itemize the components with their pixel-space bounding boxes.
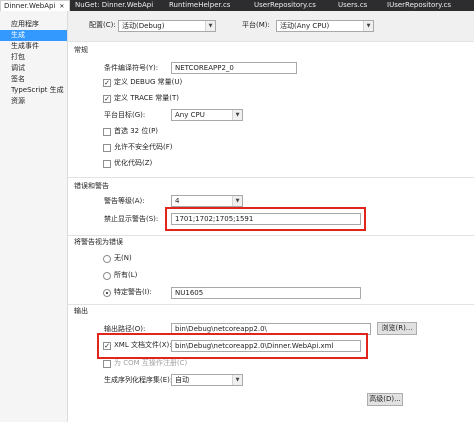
divider xyxy=(68,41,474,42)
define-trace-label: 定义 TRACE 常量(T) xyxy=(114,94,180,102)
tab-nuget[interactable]: NuGet: Dinner.WebApi xyxy=(72,0,160,11)
chevron-down-icon: ▼ xyxy=(205,21,215,31)
document-tab-strip: Dinner.WebApi ✕ NuGet: Dinner.WebApi Runt… xyxy=(0,0,474,11)
suppress-warnings-label: 禁止显示警告(S): xyxy=(104,215,159,223)
divider xyxy=(68,177,474,178)
section-general-header: 常规 xyxy=(68,45,88,56)
section-treat-warnings-header: 将警告视为错误 xyxy=(68,237,123,248)
serialization-select[interactable]: 自动 ▼ xyxy=(171,374,243,386)
advanced-button[interactable]: 高级(D)... xyxy=(367,393,403,406)
highlight-box-xml xyxy=(97,333,368,359)
treat-none-radio[interactable] xyxy=(103,255,111,263)
treat-all-radio[interactable] xyxy=(103,272,111,280)
treat-none-label: 无(N) xyxy=(114,254,132,262)
define-debug-checkbox[interactable]: ✓ xyxy=(103,79,111,87)
prefer32-checkbox[interactable] xyxy=(103,128,111,136)
nav-item-debug[interactable]: 调试 xyxy=(0,63,67,74)
platform-target-select[interactable]: Any CPU ▼ xyxy=(171,109,243,121)
chevron-down-icon: ▼ xyxy=(363,21,373,31)
chevron-down-icon: ▼ xyxy=(232,110,242,120)
optimize-code-label: 优化代码(Z) xyxy=(114,159,153,167)
tab-dinner-webapi[interactable]: Dinner.WebApi ✕ xyxy=(0,0,70,11)
treat-specific-radio[interactable] xyxy=(103,289,111,297)
serialization-label: 生成序列化程序集(E): xyxy=(104,376,173,384)
nav-item-signing[interactable]: 签名 xyxy=(0,74,67,85)
allow-unsafe-label: 允许不安全代码(F) xyxy=(114,143,173,151)
warning-level-select[interactable]: 4 ▼ xyxy=(171,195,243,207)
divider xyxy=(68,304,474,305)
chevron-down-icon: ▼ xyxy=(232,196,242,206)
tab-label: Dinner.WebApi xyxy=(4,2,56,10)
section-errors-header: 错误和警告 xyxy=(68,181,109,192)
nav-item-typescript-build[interactable]: TypeScript 生成 xyxy=(0,85,67,96)
tab-label: NuGet: Dinner.WebApi xyxy=(75,1,154,9)
build-settings-panel: 配置(C): 活动(Debug) ▼ 平台(M): 活动(Any CPU) ▼ … xyxy=(68,11,474,422)
treat-all-label: 所有(L) xyxy=(114,271,138,279)
tab-label: IUserRepository.cs xyxy=(387,1,451,9)
warning-level-value: 4 xyxy=(175,197,180,205)
platform-target-value: Any CPU xyxy=(175,111,205,119)
highlight-box-suppress xyxy=(165,207,366,231)
com-interop-label: 为 COM 互操作注册(C) xyxy=(114,359,188,367)
tab-users[interactable]: Users.cs xyxy=(335,0,380,11)
warning-level-label: 警告等级(A): xyxy=(104,197,145,205)
define-trace-checkbox[interactable]: ✓ xyxy=(103,95,111,103)
tab-iuserrepository[interactable]: IUserRepository.cs xyxy=(384,0,474,11)
browse-button[interactable]: 浏览(R)... xyxy=(377,322,417,335)
nav-item-application[interactable]: 应用程序 xyxy=(0,19,67,30)
divider xyxy=(68,235,474,236)
config-label: 配置(C): xyxy=(89,21,116,29)
nav-item-build[interactable]: 生成 xyxy=(0,30,67,41)
nav-item-resources[interactable]: 资源 xyxy=(0,96,67,107)
section-output-header: 输出 xyxy=(68,306,88,317)
tab-runtimehelper[interactable]: RuntimeHelper.cs xyxy=(166,0,246,11)
config-value: 活动(Debug) xyxy=(122,22,165,30)
com-interop-checkbox[interactable] xyxy=(103,360,111,368)
config-select[interactable]: 活动(Debug) ▼ xyxy=(118,20,216,32)
define-debug-label: 定义 DEBUG 常量(U) xyxy=(114,78,183,86)
serialization-value: 自动 xyxy=(175,376,189,384)
close-icon[interactable]: ✕ xyxy=(59,1,64,11)
optimize-code-checkbox[interactable] xyxy=(103,160,111,168)
tab-label: UserRepository.cs xyxy=(254,1,316,9)
project-properties-nav: 应用程序 生成 生成事件 打包 调试 签名 TypeScript 生成 资源 xyxy=(0,11,68,422)
tab-label: Users.cs xyxy=(338,1,368,9)
chevron-down-icon: ▼ xyxy=(232,375,242,385)
platform-target-label: 平台目标(G): xyxy=(104,111,146,119)
tab-userrepository[interactable]: UserRepository.cs xyxy=(251,0,331,11)
platform-label: 平台(M): xyxy=(242,21,270,29)
tab-label: RuntimeHelper.cs xyxy=(169,1,231,9)
platform-value: 活动(Any CPU) xyxy=(280,22,330,30)
conditional-symbols-label: 条件编译符号(Y): xyxy=(104,64,159,72)
nav-item-build-events[interactable]: 生成事件 xyxy=(0,41,67,52)
nav-item-package[interactable]: 打包 xyxy=(0,52,67,63)
treat-specific-label: 特定警告(I): xyxy=(114,288,152,296)
conditional-symbols-input[interactable]: NETCOREAPP2_0 xyxy=(171,62,297,74)
specific-warnings-input[interactable]: NU1605 xyxy=(171,287,361,299)
platform-select[interactable]: 活动(Any CPU) ▼ xyxy=(276,20,374,32)
allow-unsafe-checkbox[interactable] xyxy=(103,144,111,152)
prefer32-label: 首选 32 位(P) xyxy=(114,127,159,135)
